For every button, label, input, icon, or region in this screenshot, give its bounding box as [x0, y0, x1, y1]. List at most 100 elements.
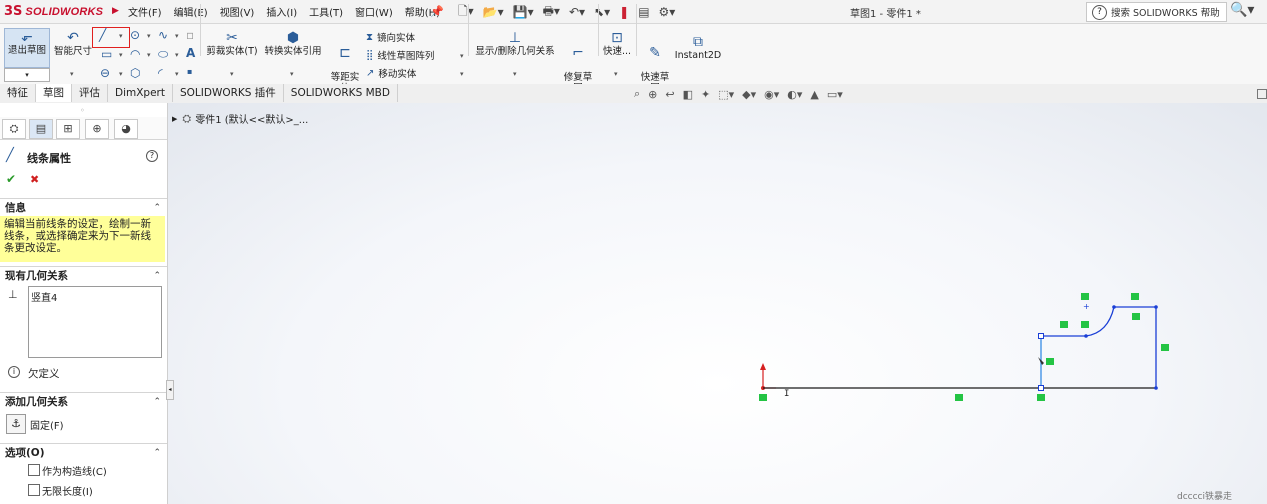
new-icon[interactable]: 🗋▾: [458, 2, 474, 23]
sketch-arc[interactable]: [1085, 306, 1115, 337]
panel-help-icon[interactable]: ?: [146, 150, 158, 162]
fix-relation-icon[interactable]: ⚓: [6, 414, 26, 434]
exit-sketch-button[interactable]: ⬐ 退出草图: [4, 28, 50, 68]
arc-tool-icon[interactable]: ◠: [130, 47, 140, 61]
relations-dropdown[interactable]: ▾: [513, 70, 517, 78]
viewport-restore-icon[interactable]: [1257, 89, 1267, 99]
sketch-slot-icon[interactable]: ▫: [186, 28, 194, 42]
options-gear-icon[interactable]: ⚙▾: [659, 5, 676, 19]
collapse-icon[interactable]: ⌃: [153, 199, 161, 217]
relation-item[interactable]: 竖直4: [31, 289, 57, 304]
undo-icon[interactable]: ↶▾: [569, 5, 585, 19]
view-setting-icon[interactable]: ▭▾: [827, 88, 843, 101]
panel-grip-icon[interactable]: ◦: [80, 106, 85, 115]
line-tool-icon[interactable]: ╱: [99, 28, 106, 42]
collapse-icon[interactable]: ⌃: [153, 393, 161, 411]
convert-entities-button[interactable]: ⬢ 转换实体引用: [262, 30, 324, 57]
linear-pattern-button[interactable]: ⣿ 线性草图阵列: [366, 48, 434, 63]
quick-snaps-dropdown[interactable]: ▾: [614, 70, 618, 78]
cancel-x-icon[interactable]: ✖: [30, 173, 39, 186]
polygon-tool-icon[interactable]: ⬡: [130, 66, 140, 80]
add-relations-header[interactable]: 添加几何关系 ⌃: [0, 392, 167, 411]
tab-features[interactable]: 特征: [0, 84, 36, 102]
save-icon[interactable]: 💾▾: [513, 5, 534, 19]
construction-label[interactable]: 作为构造线(C): [42, 463, 107, 478]
show-delete-relations-button[interactable]: ⊥ 显示/删除几何关系: [472, 30, 558, 57]
solidworks-logo[interactable]: 3S SOLIDWORKS: [4, 3, 103, 20]
print-icon[interactable]: 🖶▾: [543, 2, 560, 23]
menu-window[interactable]: 窗口(W): [355, 4, 393, 19]
feature-tree-root[interactable]: ▶ ⛭ 零件1 (默认<<默认>_...: [172, 111, 308, 127]
tab-dimxpert[interactable]: DimXpert: [108, 84, 173, 102]
previous-view-icon[interactable]: ↩: [665, 88, 674, 101]
endpoint-handle[interactable]: [1038, 333, 1044, 339]
line-tool-dropdown[interactable]: ▾: [119, 32, 123, 40]
display-manager-tab-icon[interactable]: ◕: [114, 119, 138, 139]
menu-view[interactable]: 视图(V): [220, 4, 255, 19]
menu-edit[interactable]: 编辑(E): [174, 4, 208, 19]
options-header[interactable]: 选项(O) ⌃: [0, 443, 167, 462]
collapse-icon[interactable]: ⌃: [153, 267, 161, 285]
construction-checkbox[interactable]: [28, 464, 40, 476]
instant2d-button[interactable]: ⧉ Instant2D: [674, 34, 722, 61]
tab-addins[interactable]: SOLIDWORKS 插件: [173, 84, 284, 102]
menu-file[interactable]: 文件(F): [128, 4, 162, 19]
rectangle-dropdown[interactable]: ▾: [119, 51, 123, 59]
exit-sketch-dropdown[interactable]: ▾: [4, 68, 50, 82]
endpoint-handle[interactable]: [1038, 385, 1044, 391]
infinite-length-label[interactable]: 无限长度(I): [42, 483, 93, 498]
convert-dropdown[interactable]: ▾: [290, 70, 294, 78]
text-tool-icon[interactable]: A: [186, 46, 195, 60]
point-tool-icon[interactable]: ▪: [187, 67, 192, 76]
help-search-box[interactable]: ? 搜索 SOLIDWORKS 帮助: [1086, 2, 1227, 22]
panel-resize-handle[interactable]: ◂: [166, 380, 174, 400]
rectangle-tool-icon[interactable]: ▭: [101, 47, 112, 61]
zoom-to-fit-icon[interactable]: ⌕: [634, 87, 640, 101]
smart-dimension-button[interactable]: ↶ 智能尺寸: [52, 30, 94, 57]
slot-tool-icon[interactable]: ⊖: [100, 66, 110, 80]
slot-dropdown[interactable]: ▾: [119, 70, 123, 78]
dimxpert-manager-tab-icon[interactable]: ⊕: [85, 119, 109, 139]
circle-dropdown[interactable]: ▾: [147, 32, 151, 40]
existing-relations-header[interactable]: 现有几何关系 ⌃: [0, 266, 167, 285]
hide-show-icon[interactable]: ◉▾: [764, 88, 779, 101]
arc-dropdown[interactable]: ▾: [147, 51, 151, 59]
file-properties-icon[interactable]: ▤: [638, 5, 649, 19]
tab-mbd[interactable]: SOLIDWORKS MBD: [284, 84, 398, 102]
collapse-icon[interactable]: ⌃: [153, 444, 161, 462]
fillet-dropdown[interactable]: ▾: [175, 70, 179, 78]
configuration-manager-tab-icon[interactable]: ⊞: [56, 119, 80, 139]
zoom-area-icon[interactable]: ⊕: [648, 88, 657, 101]
move-entities-button[interactable]: ↗ 移动实体: [366, 66, 416, 81]
rebuild-icon[interactable]: ❚: [619, 5, 629, 19]
property-manager-tab-icon[interactable]: ▤: [29, 119, 53, 139]
feature-manager-tab-icon[interactable]: ⛭: [2, 119, 26, 139]
info-section-header[interactable]: 信息 ⌃: [0, 198, 167, 217]
appearance-icon[interactable]: ◐▾: [787, 88, 802, 101]
mirror-entities-button[interactable]: ⧗ 镜向实体: [366, 30, 415, 45]
tab-sketch[interactable]: 草图: [36, 84, 72, 102]
quick-snaps-button[interactable]: ⊡ 快速...: [600, 30, 634, 57]
pin-icon[interactable]: 📌: [430, 5, 444, 18]
tab-evaluate[interactable]: 评估: [72, 84, 108, 102]
dynamic-annotation-icon[interactable]: ✦: [701, 88, 710, 101]
open-icon[interactable]: 📂▾: [483, 5, 504, 19]
spline-tool-icon[interactable]: ∿: [158, 28, 168, 42]
display-style-icon[interactable]: ◆▾: [742, 88, 756, 101]
search-icon[interactable]: 🔍▾: [1230, 2, 1254, 18]
infinite-length-checkbox[interactable]: [28, 484, 40, 496]
fix-relation-label[interactable]: 固定(F): [30, 417, 64, 432]
ellipse-tool-icon[interactable]: ⬭: [158, 47, 168, 62]
move-dropdown[interactable]: ▾: [460, 70, 464, 78]
linear-pattern-dropdown[interactable]: ▾: [460, 52, 464, 60]
menu-insert[interactable]: 插入(I): [266, 4, 297, 19]
menu-tools[interactable]: 工具(T): [309, 4, 343, 19]
select-icon[interactable]: ⬉▾: [594, 5, 610, 19]
expand-arrow-icon[interactable]: ▶: [172, 115, 177, 123]
ok-check-icon[interactable]: ✔: [6, 172, 16, 186]
logo-menu-arrow-icon[interactable]: ▶: [112, 6, 119, 16]
trim-dropdown[interactable]: ▾: [230, 70, 234, 78]
sketch-canvas[interactable]: + I: [750, 285, 1180, 410]
trim-entities-button[interactable]: ✂ 剪裁实体(T): [204, 30, 260, 57]
circle-tool-icon[interactable]: ⊙: [130, 28, 140, 42]
